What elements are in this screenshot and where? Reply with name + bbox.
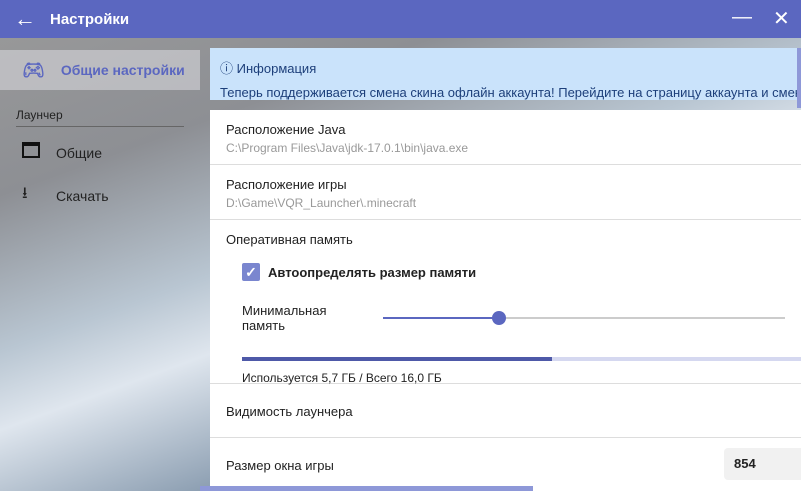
info-icon: ⓘ xyxy=(220,61,234,76)
game-location-label: Расположение игры xyxy=(226,177,347,192)
settings-panel: Расположение Java C:\Program Files\Java\… xyxy=(210,110,801,491)
java-location-row[interactable]: Расположение Java C:\Program Files\Java\… xyxy=(210,110,801,165)
minimize-button[interactable]: — xyxy=(732,6,752,29)
back-arrow-icon[interactable]: ← xyxy=(0,6,50,32)
info-title: Информация xyxy=(236,61,317,76)
info-text: Теперь поддерживается смена скина офлайн… xyxy=(220,85,801,100)
java-location-value: C:\Program Files\Java\jdk-17.0.1\bin\jav… xyxy=(226,141,469,155)
min-memory-slider[interactable] xyxy=(382,311,785,325)
window-size-label: Размер окна игры xyxy=(226,458,334,473)
game-location-row[interactable]: Расположение игры D:\Game\VQR_Launcher\.… xyxy=(210,165,801,220)
window-icon xyxy=(22,142,56,163)
vertical-scrollbar[interactable] xyxy=(797,48,801,108)
window-width-input[interactable]: 854 xyxy=(724,448,801,480)
sidebar-item-label: Скачать xyxy=(56,187,109,204)
checkmark-icon: ✓ xyxy=(242,263,260,281)
auto-memory-label: Автоопределять размер памяти xyxy=(268,264,477,280)
java-location-label: Расположение Java xyxy=(226,122,346,137)
sidebar: 🎮︎ Общие настройки Лаунчер Общие ⭳ Скача… xyxy=(0,38,210,491)
horizontal-scrollbar[interactable] xyxy=(200,486,533,491)
gamepad-icon: 🎮︎ xyxy=(22,59,45,80)
sidebar-group-launcher: Лаунчер xyxy=(16,108,184,127)
launcher-visibility-label: Видимость лаунчера xyxy=(226,404,353,419)
info-banner: ⓘ Информация Теперь поддерживается смена… xyxy=(210,48,801,100)
ram-label: Оперативная память xyxy=(226,232,353,247)
window-title: Настройки xyxy=(50,10,130,28)
close-button[interactable]: ✕ xyxy=(773,6,790,31)
download-icon: ⭳ xyxy=(22,185,28,202)
sidebar-item-label: Общие xyxy=(56,144,103,161)
window-size-row: Размер окна игры 854 xyxy=(210,438,801,491)
memory-usage-bar xyxy=(242,357,801,361)
sidebar-item-general-settings[interactable]: 🎮︎ Общие настройки xyxy=(0,50,200,90)
slider-thumb[interactable] xyxy=(492,311,507,325)
ram-section: Оперативная память ✓ Автоопределять разм… xyxy=(210,220,801,385)
slider-fill xyxy=(382,317,500,319)
launcher-visibility-row[interactable]: Видимость лаунчера xyxy=(210,384,801,438)
memory-usage-text: Используется 5,7 ГБ / Всего 16,0 ГБ xyxy=(242,371,442,385)
sidebar-item-label: Общие настройки xyxy=(60,62,185,78)
min-memory-label: Минимальная память xyxy=(242,303,327,333)
memory-usage-fill xyxy=(242,357,552,361)
game-location-value: D:\Game\VQR_Launcher\.minecraft xyxy=(226,196,417,210)
sidebar-item-download[interactable]: ⭳ Скачать xyxy=(22,182,109,209)
auto-memory-checkbox[interactable]: ✓ Автоопределять размер памяти xyxy=(242,263,785,281)
title-bar: ← Настройки — ✕ xyxy=(0,0,801,38)
sidebar-item-general[interactable]: Общие xyxy=(22,142,102,163)
